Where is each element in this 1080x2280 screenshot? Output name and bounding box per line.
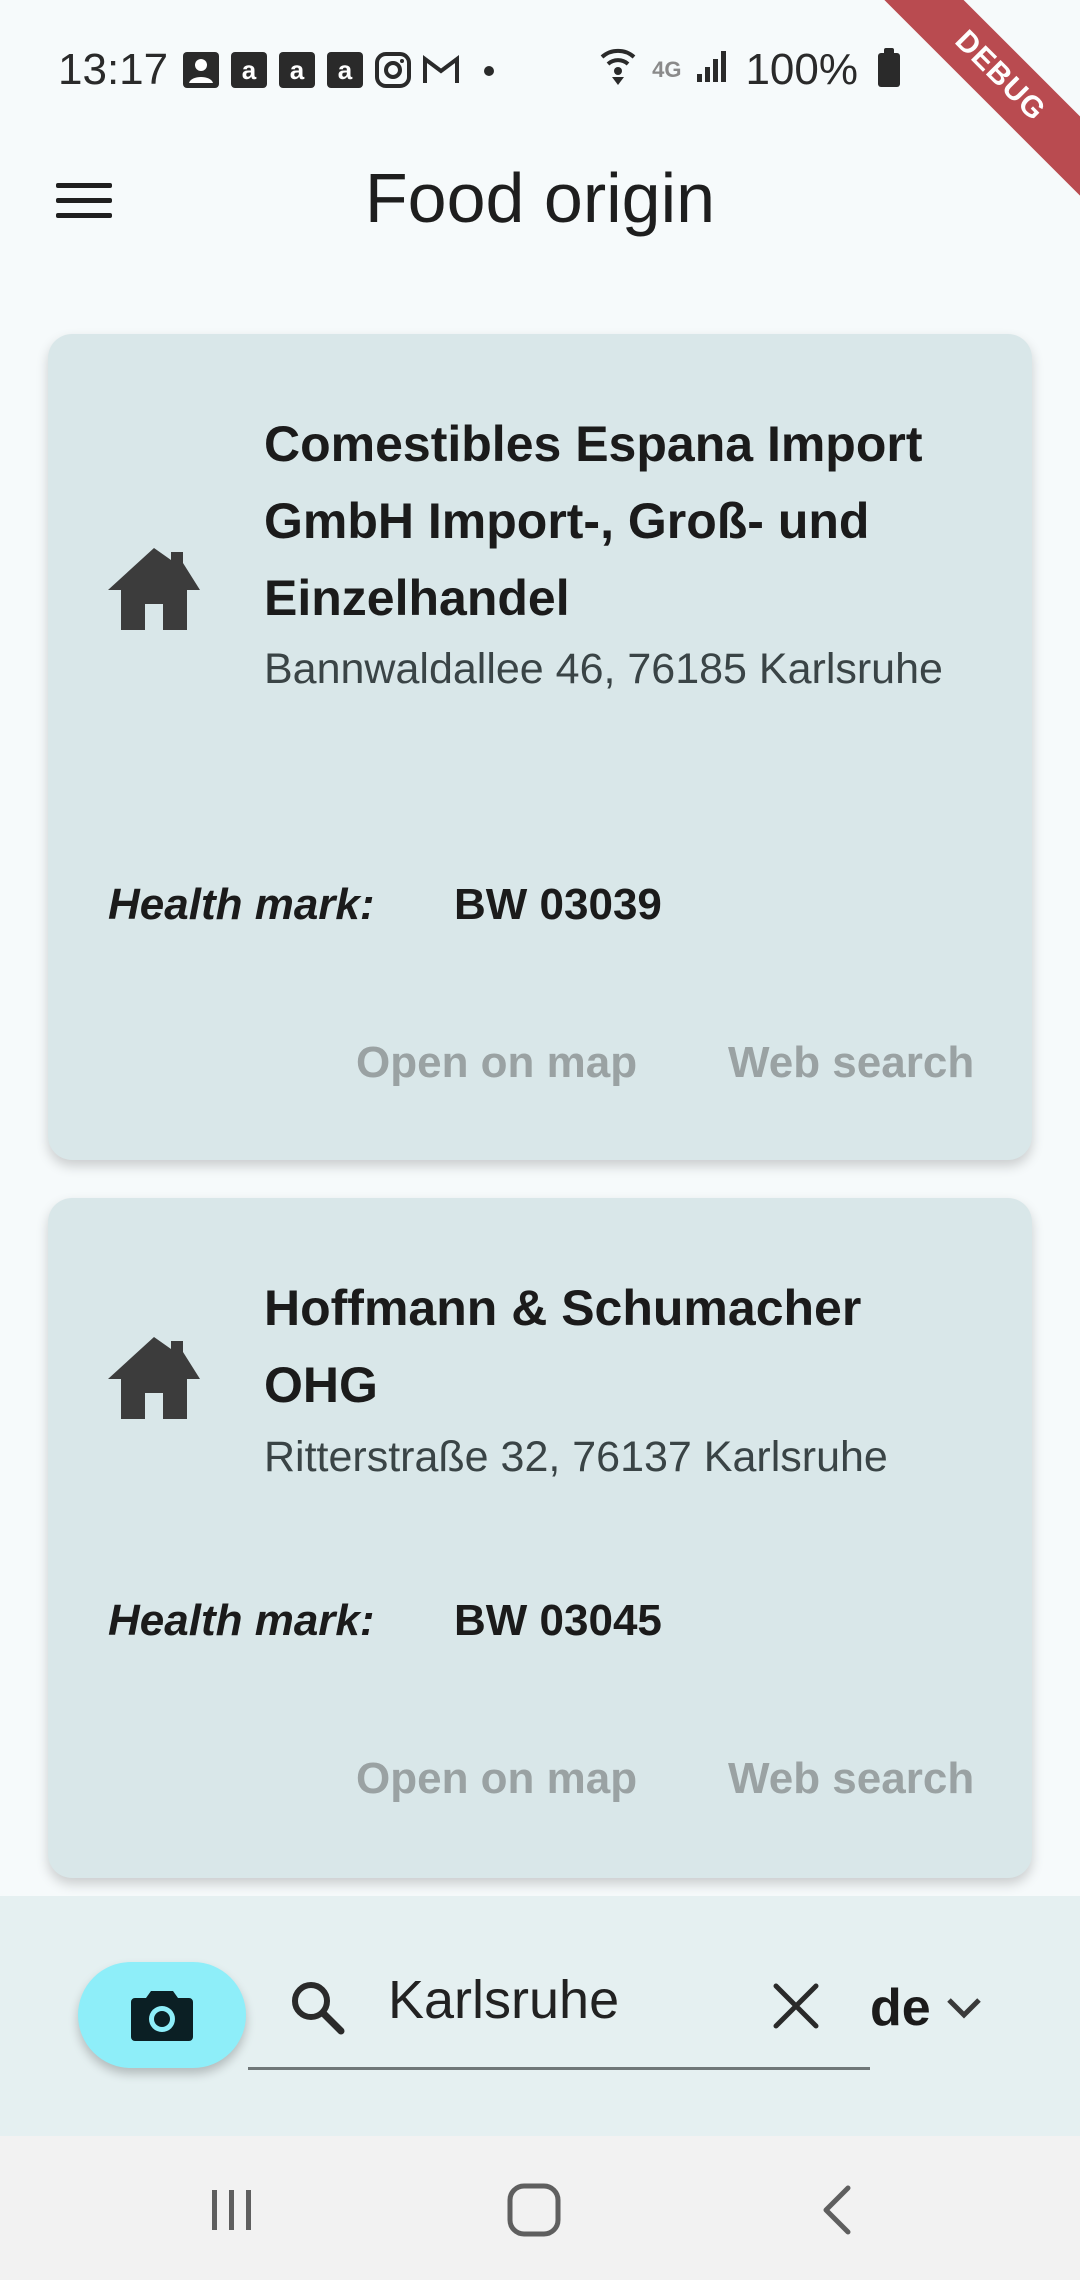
amazon-icon: a xyxy=(278,51,316,89)
battery-icon xyxy=(878,48,900,87)
web-search-button[interactable]: Web search xyxy=(728,1038,974,1088)
amazon-icon: a xyxy=(230,51,268,89)
search-field[interactable] xyxy=(248,1936,870,2070)
amazon-icon: a xyxy=(326,51,364,89)
wifi-icon xyxy=(598,43,638,98)
clear-icon[interactable] xyxy=(770,1980,822,2032)
status-time: 13:17 xyxy=(58,45,169,94)
system-nav-bar xyxy=(0,2136,1080,2280)
language-select[interactable]: de xyxy=(870,1978,983,2038)
home-icon xyxy=(104,1333,204,1423)
open-on-map-button[interactable]: Open on map xyxy=(356,1754,637,1804)
page-title: Food origin xyxy=(364,159,716,237)
result-card: Hoffmann & Schumacher OHG Ritterstraße 3… xyxy=(48,1198,1032,1878)
camera-button[interactable] xyxy=(78,1962,246,2068)
signal-icon xyxy=(695,45,731,95)
back-icon[interactable] xyxy=(808,2180,868,2240)
result-card: Comestibles Espana Import GmbH Import-, … xyxy=(48,334,1032,1160)
search-input[interactable] xyxy=(388,1960,768,2040)
web-search-button[interactable]: Web search xyxy=(728,1754,974,1804)
open-on-map-button[interactable]: Open on map xyxy=(356,1038,637,1088)
chevron-down-icon xyxy=(946,1998,981,2019)
svg-text:a: a xyxy=(290,55,305,85)
search-bar: de xyxy=(0,1896,1080,2136)
health-mark-value: BW 03039 xyxy=(454,880,662,929)
search-icon xyxy=(292,1982,345,2035)
business-address: Bannwaldallee 46, 76185 Karlsruhe xyxy=(264,645,943,693)
health-mark-label: Health mark: xyxy=(108,1596,375,1645)
dot-icon xyxy=(470,51,508,89)
system-icons: 4G 100% xyxy=(598,0,900,140)
language-value: de xyxy=(870,1979,931,2037)
svg-text:a: a xyxy=(242,55,257,85)
battery-percent: 100% xyxy=(745,45,858,94)
instagram-icon xyxy=(374,51,412,89)
home-nav-icon[interactable] xyxy=(504,2180,564,2240)
health-mark-label: Health mark: xyxy=(108,880,375,929)
home-icon xyxy=(104,544,204,634)
app-bar: Food origin xyxy=(0,140,1080,260)
health-mark-value: BW 03045 xyxy=(454,1596,662,1645)
camera-icon xyxy=(131,1991,193,2041)
recent-apps-icon[interactable] xyxy=(202,2180,262,2240)
business-address: Ritterstraße 32, 76137 Karlsruhe xyxy=(264,1433,888,1481)
notification-icons: a a a xyxy=(182,51,508,89)
business-name: Hoffmann & Schumacher OHG xyxy=(264,1280,862,1413)
gmail-icon xyxy=(422,51,460,89)
contact-icon xyxy=(182,51,220,89)
4g-icon: 4G xyxy=(652,57,682,82)
business-name: Comestibles Espana Import GmbH Import-, … xyxy=(264,416,923,626)
svg-text:a: a xyxy=(338,55,353,85)
